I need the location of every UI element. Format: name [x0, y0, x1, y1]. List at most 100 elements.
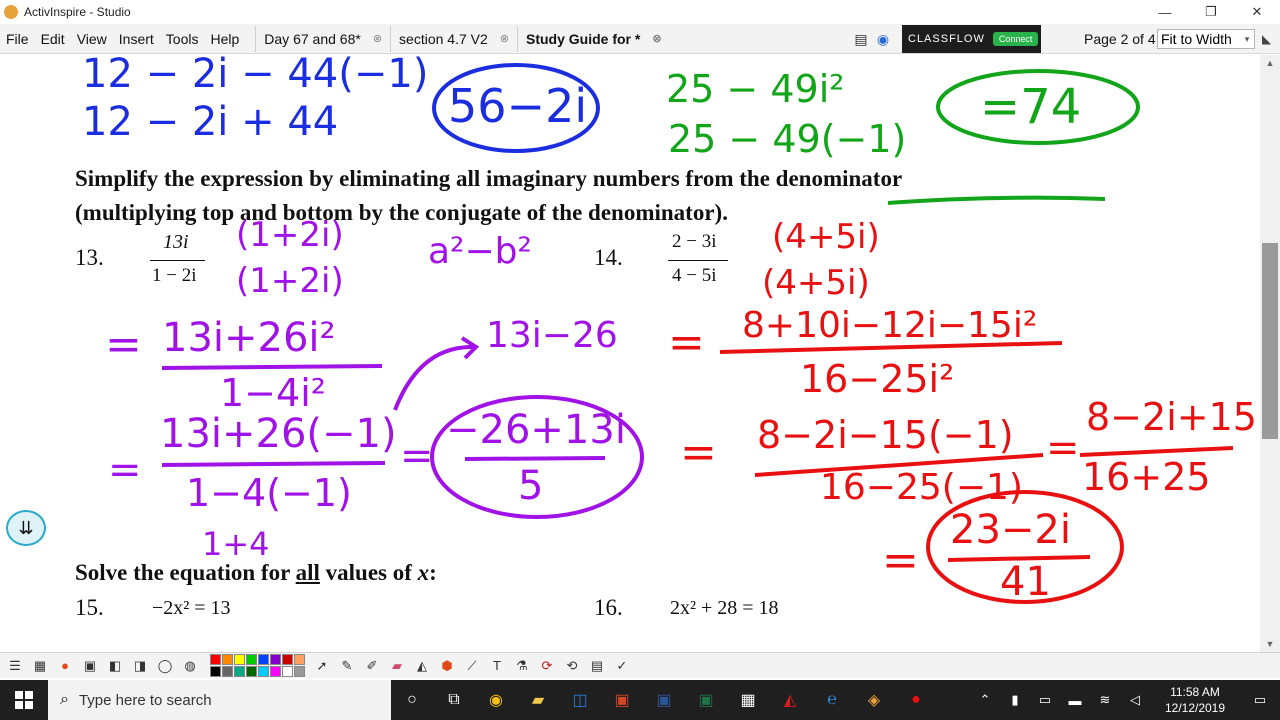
tab-label: Study Guide for *: [525, 30, 641, 47]
chevron-up-icon[interactable]: ⌃: [970, 692, 1000, 708]
tab-section-4-7[interactable]: section 4.7 V2 ⊗: [390, 25, 517, 52]
flipchart-canvas[interactable]: Simplify the expression by eliminating a…: [0, 55, 1260, 652]
document-tabs: Day 67 and 68* ⊗ section 4.7 V2 ⊗ Study Gu…: [255, 24, 669, 54]
classflow-connect-button[interactable]: Connect: [992, 32, 1039, 46]
more-tools-icon[interactable]: ✓: [611, 656, 633, 676]
chrome-icon[interactable]: ◉: [475, 680, 517, 720]
green-work-line-2: 25 − 49(−1): [668, 117, 907, 161]
color-swatch[interactable]: [270, 654, 281, 665]
color-swatch[interactable]: [282, 654, 293, 665]
menu-insert[interactable]: Insert: [113, 31, 160, 47]
clock[interactable]: 11:58 AM 12/12/2019: [1150, 684, 1240, 716]
wifi-icon[interactable]: ≋: [1090, 692, 1120, 708]
color-swatch[interactable]: [246, 654, 257, 665]
previous-page-icon[interactable]: ◧: [104, 656, 126, 676]
p13-equals: =: [108, 447, 142, 493]
accessibility-icon[interactable]: ◉: [872, 28, 894, 50]
color-swatch[interactable]: [210, 666, 221, 677]
menu-help[interactable]: Help: [204, 31, 245, 47]
activinspire-taskbar-icon[interactable]: ◈: [853, 680, 895, 720]
scroll-down-icon[interactable]: ▼: [1260, 636, 1280, 652]
usb-icon[interactable]: ▮: [1000, 692, 1030, 708]
color-swatch[interactable]: [210, 654, 221, 665]
browser-icon[interactable]: ▦: [29, 656, 51, 676]
scroll-thumb[interactable]: [1262, 243, 1278, 439]
eraser-icon[interactable]: ▰: [386, 656, 408, 676]
notifications-icon[interactable]: ▭: [1240, 692, 1280, 708]
volume-icon[interactable]: ◁: [1120, 692, 1150, 708]
menu-file[interactable]: File: [0, 31, 35, 47]
outlook-icon[interactable]: ◫: [559, 680, 601, 720]
file-explorer-icon[interactable]: ▰: [517, 680, 559, 720]
calculator-icon[interactable]: ▦: [727, 680, 769, 720]
select-icon[interactable]: ➚: [311, 656, 333, 676]
menu-edit[interactable]: Edit: [35, 31, 71, 47]
reset-icon[interactable]: ●: [54, 656, 76, 676]
text-tool-icon[interactable]: T: [486, 656, 508, 676]
tab-close-icon[interactable]: ⊗: [500, 32, 509, 45]
taskbar-search[interactable]: ⌕ Type here to search: [48, 680, 391, 720]
cortana-icon[interactable]: ○: [391, 680, 433, 720]
classflow-panel: CLASSFLOW Connect: [902, 25, 1041, 53]
minimize-button[interactable]: —: [1142, 0, 1188, 24]
color-swatch[interactable]: [294, 666, 305, 677]
start-button[interactable]: [0, 680, 48, 720]
page-marker-icon[interactable]: ⇊: [6, 510, 46, 546]
close-button[interactable]: ✕: [1234, 0, 1280, 24]
scroll-up-icon[interactable]: ▲: [1260, 55, 1280, 71]
window-title: ActivInspire - Studio: [24, 5, 131, 19]
powerpoint-icon[interactable]: ▣: [601, 680, 643, 720]
p14-step1-denominator: 16−25i²: [800, 357, 955, 401]
revealer-icon[interactable]: ⟳: [536, 656, 558, 676]
notes-icon[interactable]: ▤: [850, 28, 872, 50]
collapse-icon[interactable]: ◣: [1262, 32, 1271, 46]
tab-close-icon[interactable]: ⊗: [652, 32, 661, 45]
highlighter-icon[interactable]: ✐: [361, 656, 383, 676]
display-icon[interactable]: ▭: [1030, 692, 1060, 708]
tab-study-guide[interactable]: Study Guide for * ⊗: [516, 25, 670, 52]
p14-equals: =: [680, 427, 717, 478]
magic-ink-icon[interactable]: ⚗: [511, 656, 533, 676]
acrobat-icon[interactable]: ◭: [769, 680, 811, 720]
excel-icon[interactable]: ▣: [685, 680, 727, 720]
edge-icon[interactable]: ℮: [811, 680, 853, 720]
camera-icon[interactable]: ⟲: [561, 656, 583, 676]
color-swatch[interactable]: [246, 666, 257, 677]
color-swatch[interactable]: [270, 666, 281, 677]
restore-button[interactable]: ❐: [1188, 0, 1234, 24]
record-icon[interactable]: ●: [895, 680, 937, 720]
notes-tool-icon[interactable]: ▤: [586, 656, 608, 676]
menu-tools[interactable]: Tools: [160, 31, 205, 47]
main-menu-icon[interactable]: ☰: [4, 656, 26, 676]
task-view-icon[interactable]: ⧉: [433, 680, 475, 720]
color-swatch[interactable]: [222, 666, 233, 677]
color-swatch[interactable]: [294, 654, 305, 665]
undo-icon[interactable]: ◯: [154, 656, 176, 676]
word-icon[interactable]: ▣: [643, 680, 685, 720]
color-swatch[interactable]: [258, 654, 269, 665]
search-placeholder: Type here to search: [78, 691, 212, 709]
tab-close-icon[interactable]: ⊗: [373, 32, 382, 45]
fill-icon[interactable]: ◭: [411, 656, 433, 676]
next-page-icon[interactable]: ◨: [129, 656, 151, 676]
shape-icon[interactable]: ⬢: [436, 656, 458, 676]
p14-step2-numerator: 8−2i−15(−1): [757, 413, 1014, 457]
tab-day-67-68[interactable]: Day 67 and 68* ⊗: [255, 25, 390, 52]
redo-icon[interactable]: ◍: [179, 656, 201, 676]
menu-view[interactable]: View: [71, 31, 113, 47]
color-swatch[interactable]: [282, 666, 293, 677]
connector-icon[interactable]: ⟋: [461, 656, 483, 676]
classflow-label: CLASSFLOW: [908, 33, 985, 45]
vertical-scrollbar[interactable]: ▲ ▼: [1260, 55, 1280, 652]
window-controls: — ❐ ✕: [1142, 0, 1280, 24]
pen-icon[interactable]: ✎: [336, 656, 358, 676]
color-swatch[interactable]: [258, 666, 269, 677]
color-swatch[interactable]: [234, 666, 245, 677]
zoom-select[interactable]: Fit to Width ▾: [1157, 29, 1255, 49]
battery-icon[interactable]: ▬: [1060, 693, 1090, 708]
blue-work-line-1: 12 − 2i − 44(−1): [82, 55, 429, 97]
p13-step1-numerator: 13i+26i²: [162, 315, 336, 361]
color-swatch[interactable]: [222, 654, 233, 665]
desktop-annotate-icon[interactable]: ▣: [79, 656, 101, 676]
color-swatch[interactable]: [234, 654, 245, 665]
